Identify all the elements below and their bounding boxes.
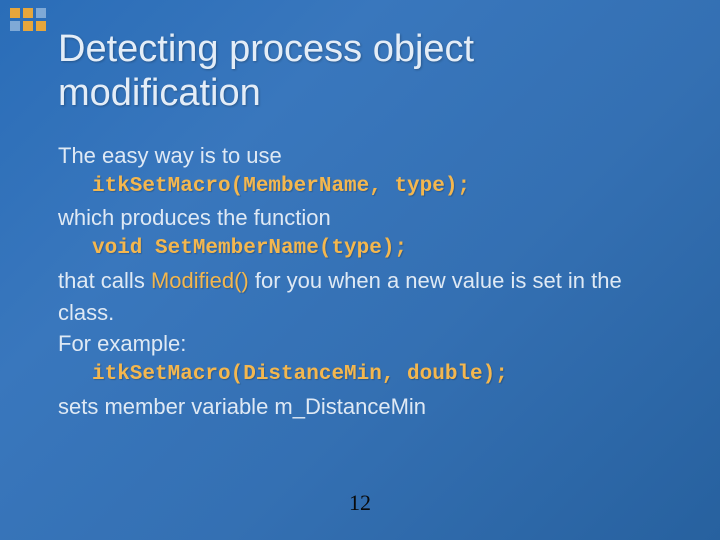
deco-square: [10, 8, 20, 18]
slide: Detecting process object modification Th…: [0, 0, 720, 540]
deco-square: [23, 21, 33, 31]
page-number: 12: [0, 490, 720, 516]
body-line: that calls Modified() for you when a new…: [58, 265, 670, 329]
body-line: which produces the function: [58, 202, 670, 234]
deco-square: [10, 21, 20, 31]
text-fragment: that calls: [58, 268, 151, 293]
slide-title: Detecting process object modification: [58, 28, 680, 115]
corner-decoration: [10, 8, 46, 31]
code-line: itkSetMacro(DistanceMin, double);: [58, 360, 670, 390]
code-line: itkSetMacro(MemberName, type);: [58, 172, 670, 202]
deco-square: [36, 21, 46, 31]
body-line: sets member variable m_DistanceMin: [58, 391, 670, 423]
deco-square: [36, 8, 46, 18]
highlight-modified: Modified(): [151, 268, 249, 293]
deco-square: [23, 8, 33, 18]
body-line: For example:: [58, 328, 670, 360]
slide-body: The easy way is to use itkSetMacro(Membe…: [58, 140, 670, 423]
body-line: The easy way is to use: [58, 140, 670, 172]
code-line: void SetMemberName(type);: [58, 234, 670, 264]
